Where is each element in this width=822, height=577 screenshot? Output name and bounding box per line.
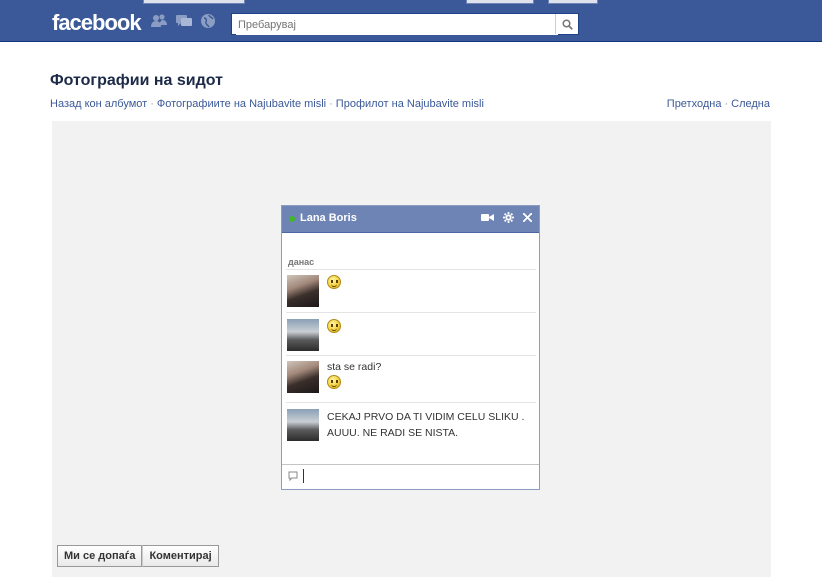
chat-message-text: sta se radi? (327, 361, 382, 373)
back-to-album-link[interactable]: Назад кон албумот (50, 98, 147, 110)
profile-link[interactable]: Профилот на Najubavite misli (336, 98, 484, 110)
chat-input (282, 464, 539, 489)
search-icon (561, 18, 573, 30)
chat-day-label: данас (288, 257, 315, 267)
video-call-icon (481, 213, 494, 225)
facebook-logo[interactable]: facebook (52, 10, 142, 36)
top-bar-tab (466, 0, 534, 4)
grin-emoticon-icon (327, 319, 341, 333)
search-button[interactable] (555, 14, 578, 34)
page-title: Фотографии на ѕидот (50, 72, 223, 89)
photos-of-link[interactable]: Фотографиите на Najubavite misli (157, 98, 326, 110)
photo-pager: Претходна · Следна (666, 98, 770, 110)
avatar (287, 319, 319, 351)
search-input[interactable] (236, 15, 558, 35)
top-bar: facebook (0, 0, 822, 42)
online-status-icon (289, 216, 295, 222)
avatar (287, 361, 319, 393)
close-icon (522, 212, 533, 225)
avatar (287, 409, 319, 441)
chat-message-text: CEKAJ PRVO DA TI VIDIM CELU SLIKU . (327, 411, 525, 423)
notifications-icon[interactable] (200, 13, 216, 29)
friend-requests-icon[interactable] (150, 13, 168, 29)
avatar (287, 275, 319, 307)
emoticon-picker-icon (288, 471, 298, 484)
chat-message-text: AUUU. NE RADI SE NISTA. (327, 427, 459, 439)
jewel-icons (150, 13, 220, 31)
smile-emoticon-icon (327, 275, 341, 289)
chat-header: Lana Boris (282, 206, 539, 233)
photo-actions: Ми се допаѓа Коментирај (57, 545, 219, 567)
chat-messages: данас sta se radi? CEKAJ PRVO DA TI VIDI… (282, 233, 539, 466)
grin-emoticon-icon (327, 375, 341, 389)
photo-chat-screenshot[interactable]: Lana Boris данас sta se radi? CEKAJ PRVO… (281, 205, 540, 490)
top-bar-tab (548, 0, 598, 4)
gear-icon (503, 212, 514, 226)
top-bar-tab (143, 0, 245, 4)
next-link[interactable]: Следна (731, 98, 770, 110)
chat-contact-name: Lana Boris (300, 212, 357, 224)
previous-link[interactable]: Претходна (667, 98, 722, 110)
text-caret (303, 469, 304, 483)
like-button[interactable]: Ми се допаѓа (57, 545, 143, 567)
breadcrumb: Назад кон албумот · Фотографиите на Najuba… (50, 98, 484, 110)
search-box (231, 13, 579, 35)
comment-button[interactable]: Коментирај (142, 545, 219, 567)
messages-icon[interactable] (175, 13, 193, 29)
